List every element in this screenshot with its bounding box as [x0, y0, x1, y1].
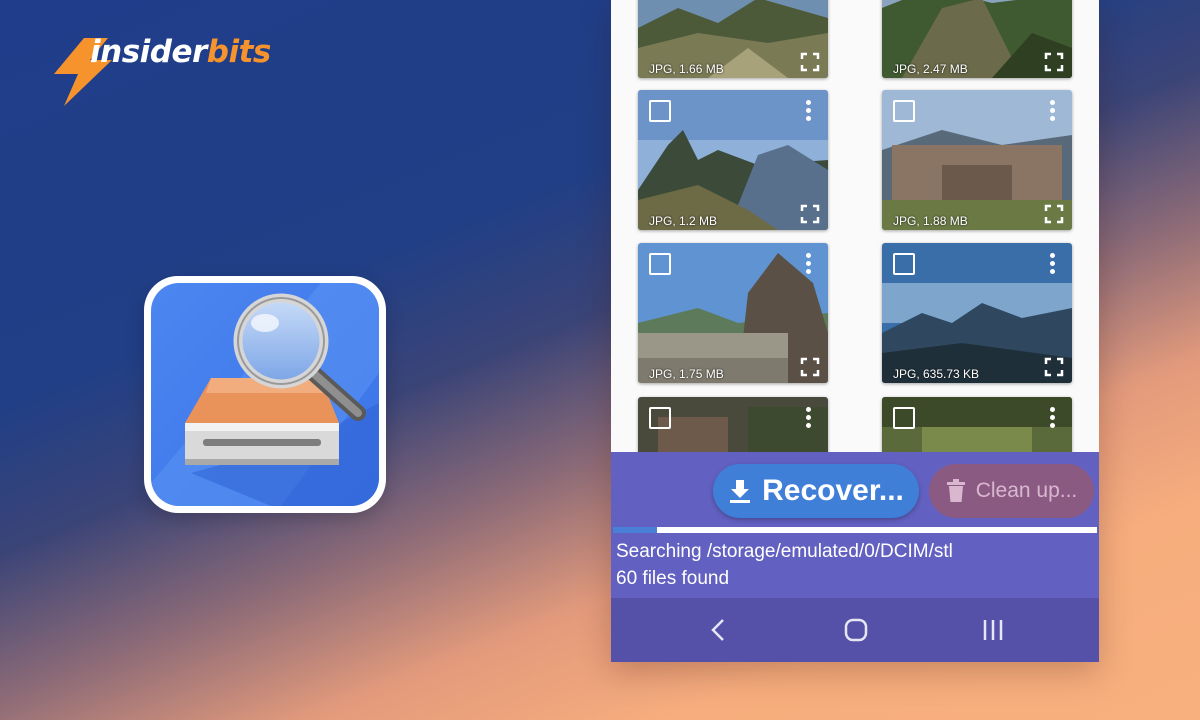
download-icon: [730, 480, 751, 503]
recover-button[interactable]: Recover...: [713, 464, 919, 518]
select-checkbox[interactable]: [649, 253, 671, 275]
more-options-icon[interactable]: [806, 100, 812, 122]
cleanup-button-label: Clean up...: [975, 479, 1078, 502]
trash-icon: [946, 479, 965, 502]
photo-tile[interactable]: JPG, 635.73 KB: [882, 243, 1072, 383]
more-options-icon[interactable]: [1050, 407, 1056, 429]
expand-icon[interactable]: [1044, 204, 1064, 224]
photo-tile[interactable]: JPG, 1.66 MB: [638, 0, 828, 78]
brand-name-part2: bits: [206, 34, 272, 70]
system-navbar: [611, 598, 1099, 662]
select-checkbox[interactable]: [893, 407, 915, 429]
back-icon[interactable]: [705, 616, 733, 644]
phone-screenshot: JPG, 1.66 MB JPG, 2.47 MB JPG, 1.2 MB JP…: [611, 0, 1099, 662]
more-options-icon[interactable]: [1050, 253, 1056, 275]
file-info: JPG, 2.47 MB: [893, 62, 968, 76]
photo-grid: JPG, 1.66 MB JPG, 2.47 MB JPG, 1.2 MB JP…: [611, 0, 1099, 537]
select-checkbox[interactable]: [649, 100, 671, 122]
file-info: JPG, 635.73 KB: [893, 367, 980, 381]
scan-progress-bar: [613, 527, 1097, 533]
recover-button-label: Recover...: [762, 474, 904, 507]
select-checkbox[interactable]: [893, 100, 915, 122]
select-checkbox[interactable]: [893, 253, 915, 275]
expand-icon[interactable]: [800, 357, 820, 377]
more-options-icon[interactable]: [806, 253, 812, 275]
brand-wordmark: insiderbits: [90, 34, 271, 70]
brand-name-part1: insider: [90, 34, 207, 70]
expand-icon[interactable]: [800, 204, 820, 224]
more-options-icon[interactable]: [806, 407, 812, 429]
file-info: JPG, 1.75 MB: [649, 367, 724, 381]
expand-icon[interactable]: [1044, 357, 1064, 377]
photo-tile[interactable]: JPG, 2.47 MB: [882, 0, 1072, 78]
scan-progress-fill: [613, 527, 657, 533]
photo-tile[interactable]: JPG, 1.75 MB: [638, 243, 828, 383]
expand-icon[interactable]: [1044, 52, 1064, 72]
more-options-icon[interactable]: [1050, 100, 1056, 122]
file-info: JPG, 1.2 MB: [649, 214, 718, 228]
search-status-text: Searching /storage/emulated/0/DCIM/stl: [616, 541, 953, 562]
photo-tile[interactable]: JPG, 1.88 MB: [882, 90, 1072, 230]
files-found-text: 60 files found: [616, 568, 730, 589]
recents-icon[interactable]: [979, 616, 1007, 644]
disk-search-icon: [151, 283, 379, 506]
action-bar: Recover... Clean up... Searching /storag…: [611, 452, 1099, 598]
app-icon: [144, 276, 386, 513]
file-info: JPG, 1.66 MB: [649, 62, 724, 76]
select-checkbox[interactable]: [649, 407, 671, 429]
home-icon[interactable]: [842, 616, 870, 644]
photo-tile[interactable]: JPG, 1.2 MB: [638, 90, 828, 230]
file-info: JPG, 1.88 MB: [893, 214, 968, 228]
cleanup-button[interactable]: Clean up...: [929, 464, 1094, 518]
expand-icon[interactable]: [800, 52, 820, 72]
brand-logo: insiderbits: [50, 30, 280, 110]
